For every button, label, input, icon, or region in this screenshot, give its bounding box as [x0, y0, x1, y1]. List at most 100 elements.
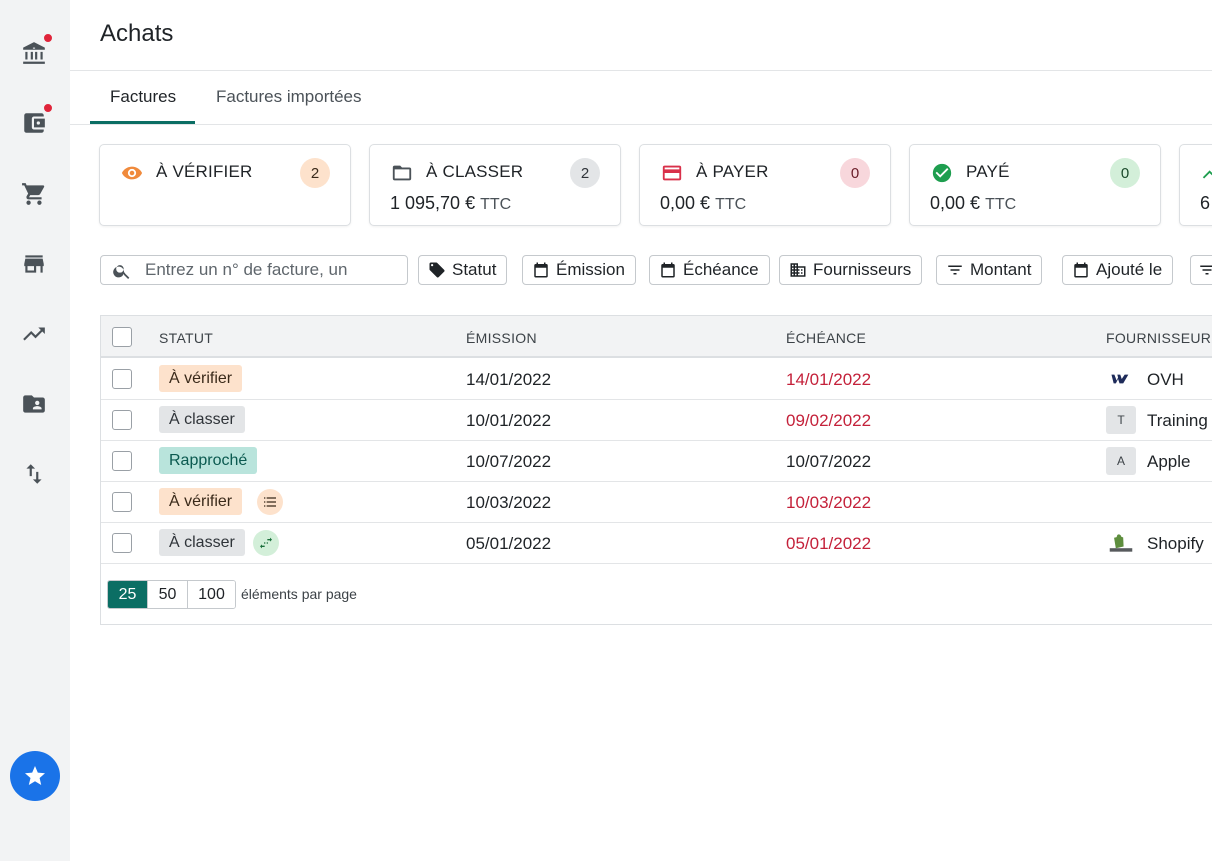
ovh-logo-icon: [1106, 365, 1136, 393]
search-box: [100, 255, 408, 285]
tab-factures[interactable]: Factures: [110, 87, 176, 107]
calendar-icon: [661, 262, 675, 278]
echeance-date: 10/03/2022: [786, 493, 872, 512]
status-badge: À classer: [159, 529, 245, 556]
echeance-date: 10/07/2022: [786, 452, 872, 471]
filter-echeance-button[interactable]: Échéance: [649, 255, 770, 285]
search-input[interactable]: [145, 258, 403, 282]
supplier-name: Apple: [1147, 452, 1191, 471]
row-checkbox[interactable]: [112, 410, 132, 430]
status-card-count: 0: [1110, 158, 1140, 188]
status-card-amount: 6: [1200, 193, 1211, 213]
emission-date: 10/07/2022: [466, 452, 552, 471]
supplier-name: OVH: [1147, 370, 1184, 389]
filter-ajoute-le-button[interactable]: Ajouté le: [1062, 255, 1174, 285]
supplier-name: Training: [1147, 411, 1208, 430]
filter-label: Émission: [556, 260, 625, 279]
trending-up-icon[interactable]: [20, 320, 48, 348]
column-header-fournisseur[interactable]: FOURNISSEUR: [1106, 330, 1211, 346]
status-badge: À vérifier: [159, 488, 243, 515]
tabs-divider: [70, 124, 1212, 125]
credit-card-icon: [660, 161, 684, 185]
emission-date: 14/01/2022: [466, 370, 552, 389]
table-row[interactable]: À vérifier 14/01/2022 14/01/2022 OVH: [101, 359, 1212, 400]
notification-dot: [43, 103, 53, 113]
check-circle-icon: [930, 161, 954, 185]
echeance-date: 14/01/2022: [786, 370, 872, 389]
favorites-button[interactable]: [10, 751, 60, 801]
filter-label: Échéance: [683, 260, 759, 279]
filter-icon: [948, 265, 962, 275]
column-header-emission[interactable]: ÉMISSION: [466, 330, 537, 346]
cart-icon[interactable]: [20, 180, 48, 208]
calendar-icon: [534, 262, 548, 278]
row-checkbox[interactable]: [112, 451, 132, 471]
status-card-count: 2: [300, 158, 330, 188]
filter-icon: [1200, 265, 1212, 275]
status-card-amount: 0,00 € TTC: [660, 193, 746, 214]
shopify-logo-icon: [1106, 529, 1136, 557]
bank-icon[interactable]: [20, 39, 48, 67]
page-title: Achats: [100, 20, 174, 47]
row-checkbox[interactable]: [112, 492, 132, 512]
row-checkbox[interactable]: [112, 533, 132, 553]
filter-label: Ajouté le: [1096, 260, 1163, 279]
filter-fournisseurs-button[interactable]: Fournisseurs: [779, 255, 923, 285]
supplier-avatar: T: [1106, 406, 1136, 434]
tab-factures-importees[interactable]: Factures importées: [216, 87, 362, 107]
table-row[interactable]: À classer 05/01/2022 05/01/2022 Shopify: [101, 523, 1212, 564]
swap-vertical-icon[interactable]: [20, 460, 48, 488]
status-card-a-verifier[interactable]: À VÉRIFIER 2: [99, 144, 351, 226]
wallet-icon[interactable]: [20, 109, 48, 137]
select-all-checkbox[interactable]: [112, 327, 132, 347]
amount-ttc: TTC: [985, 196, 1017, 213]
amount-value: 0,00 €: [930, 193, 981, 213]
table-row[interactable]: Rapproché 10/07/2022 10/07/2022 A Apple: [101, 441, 1212, 482]
status-card-count: 0: [840, 158, 870, 188]
building-icon: [790, 263, 806, 277]
amount-ttc: TTC: [715, 196, 747, 213]
column-header-echeance[interactable]: ÉCHÉANCE: [786, 330, 866, 346]
filter-label: Statut: [452, 260, 497, 279]
status-card-partial[interactable]: 6: [1179, 144, 1212, 226]
page-size-100[interactable]: 100: [188, 581, 235, 608]
status-card-label: À PAYER: [696, 162, 769, 181]
page-size-50[interactable]: 50: [148, 581, 188, 608]
status-card-paye[interactable]: PAYÉ 0 0,00 € TTC: [909, 144, 1161, 226]
folder-icon: [390, 161, 414, 185]
transfer-icon[interactable]: [253, 530, 279, 556]
filter-emission-button[interactable]: Émission: [522, 255, 636, 285]
emission-date: 05/01/2022: [466, 534, 552, 553]
invoices-table: STATUT ÉMISSION ÉCHÉANCE FOURNISSEUR À v…: [100, 315, 1212, 625]
tag-icon: [429, 262, 445, 278]
store-icon[interactable]: [20, 250, 48, 278]
status-card-a-classer[interactable]: À CLASSER 2 1 095,70 € TTC: [369, 144, 621, 226]
amount-ttc: TTC: [480, 196, 512, 213]
supplier-avatar: A: [1106, 447, 1136, 475]
table-row[interactable]: À classer 10/01/2022 09/02/2022 T Traini…: [101, 400, 1212, 441]
status-card-label: À CLASSER: [426, 162, 524, 181]
filter-montant-button[interactable]: Montant: [936, 255, 1043, 285]
status-card-a-payer[interactable]: À PAYER 0 0,00 € TTC: [639, 144, 891, 226]
list-icon[interactable]: [257, 489, 283, 515]
status-card-amount: 0,00 € TTC: [930, 193, 1016, 214]
echeance-date: 05/01/2022: [786, 534, 872, 553]
emission-date: 10/01/2022: [466, 411, 552, 430]
row-checkbox[interactable]: [112, 369, 132, 389]
emission-date: 10/03/2022: [466, 493, 552, 512]
page-size-25[interactable]: 25: [108, 581, 148, 608]
filter-more-button[interactable]: [1190, 255, 1212, 285]
table-row[interactable]: À vérifier 10/03/2022 10/03/2022: [101, 482, 1212, 523]
amount-value: 0,00 €: [660, 193, 711, 213]
folder-account-icon[interactable]: [20, 390, 48, 418]
status-badge: Rapproché: [159, 447, 258, 474]
notification-dot: [43, 33, 53, 43]
filter-statut-button[interactable]: Statut: [418, 255, 508, 285]
amount-value: 1 095,70 €: [390, 193, 476, 213]
column-header-statut[interactable]: STATUT: [159, 330, 213, 346]
table-header: STATUT ÉMISSION ÉCHÉANCE FOURNISSEUR: [101, 316, 1212, 358]
status-badge: À vérifier: [159, 365, 243, 392]
filter-label: Montant: [970, 260, 1032, 279]
supplier-name: Shopify: [1147, 534, 1204, 553]
page-size-label: éléments par page: [241, 586, 357, 602]
